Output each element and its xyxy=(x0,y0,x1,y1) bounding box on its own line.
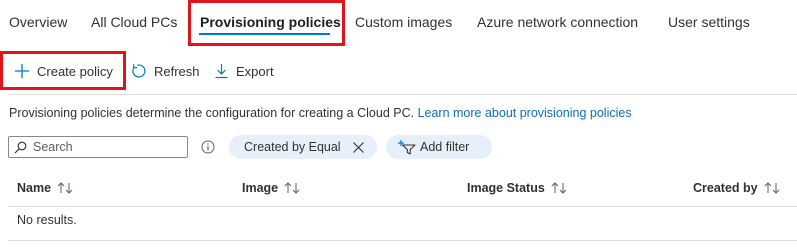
refresh-button[interactable]: Refresh xyxy=(131,61,200,81)
sort-icon xyxy=(284,182,300,194)
add-filter-button[interactable]: Add filter xyxy=(386,135,492,159)
toolbar-divider xyxy=(8,94,797,95)
search-input[interactable] xyxy=(33,140,173,154)
created-by-filter-pill[interactable]: Created by Equal xyxy=(229,135,377,159)
info-icon[interactable] xyxy=(201,140,215,154)
refresh-icon xyxy=(132,64,146,78)
tab-azure-network-connection[interactable]: Azure network connection xyxy=(477,13,638,31)
tab-user-settings[interactable]: User settings xyxy=(668,13,750,31)
tab-all-cloud-pcs[interactable]: All Cloud PCs xyxy=(91,13,177,31)
tab-highlight-box xyxy=(188,0,345,46)
sort-icon xyxy=(764,182,779,194)
search-box xyxy=(8,136,188,158)
column-header-created-by[interactable]: Created by xyxy=(693,181,780,195)
column-header-image-label: Image xyxy=(242,181,279,195)
sort-icon xyxy=(57,182,73,194)
tab-bar: Overview All Cloud PCs Provisioning poli… xyxy=(0,0,797,40)
column-header-image-status[interactable]: Image Status xyxy=(467,181,567,195)
filter-pill-label: Created by Equal xyxy=(244,140,341,154)
learn-more-link[interactable]: Learn more about provisioning policies xyxy=(418,106,632,120)
close-icon[interactable] xyxy=(352,141,365,154)
tab-custom-images[interactable]: Custom images xyxy=(355,13,452,31)
export-button[interactable]: Export xyxy=(214,61,274,81)
page-description: Provisioning policies determine the conf… xyxy=(9,105,632,121)
column-header-image-status-label: Image Status xyxy=(467,181,545,195)
column-header-name-label: Name xyxy=(17,181,52,195)
create-policy-highlight-box xyxy=(0,51,126,90)
description-text: Provisioning policies determine the conf… xyxy=(9,106,415,120)
empty-results-text: No results. xyxy=(17,213,77,227)
refresh-label: Refresh xyxy=(154,63,200,79)
table-bottom-divider xyxy=(8,240,797,241)
download-icon xyxy=(215,64,228,79)
column-header-image[interactable]: Image xyxy=(242,181,300,195)
add-filter-label: Add filter xyxy=(420,140,470,154)
export-label: Export xyxy=(236,63,274,79)
tab-overview[interactable]: Overview xyxy=(9,13,67,31)
column-header-name[interactable]: Name xyxy=(17,181,73,195)
search-icon xyxy=(14,141,27,153)
column-header-created-by-label: Created by xyxy=(693,181,758,195)
sort-icon xyxy=(551,182,567,194)
table-header-divider xyxy=(8,206,797,207)
add-filter-icon xyxy=(398,140,416,155)
